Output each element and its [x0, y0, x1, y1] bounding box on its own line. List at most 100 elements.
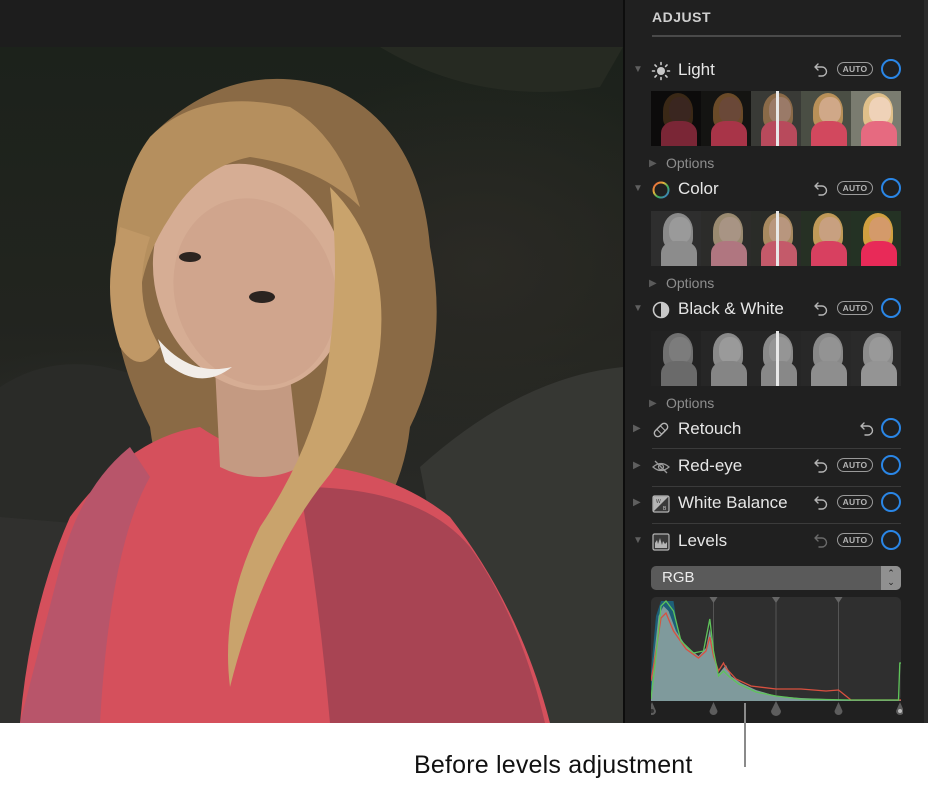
disclosure-collapsed-icon[interactable]: ▶: [649, 398, 657, 409]
levels-icon: [652, 533, 670, 551]
undo-icon[interactable]: [813, 493, 829, 511]
color-options[interactable]: ▶ Options: [625, 275, 924, 293]
svg-text:W: W: [656, 499, 661, 505]
bw-options[interactable]: ▶ Options: [625, 395, 924, 413]
caption: Before levels adjustment: [414, 751, 693, 779]
section-red-eye[interactable]: ▶ Red-eye AUTO: [625, 452, 924, 482]
color-slider-handle[interactable]: [776, 211, 779, 266]
preview-frame: [851, 91, 901, 146]
disclosure-collapsed-icon[interactable]: ▶: [633, 461, 643, 471]
eye-slash-icon: [652, 460, 670, 474]
auto-button[interactable]: AUTO: [837, 533, 873, 547]
disclosure-collapsed-icon[interactable]: ▶: [633, 424, 643, 434]
foliage-top: [380, 47, 623, 92]
options-label: Options: [666, 155, 715, 171]
section-separator: [652, 523, 901, 524]
preview-frame: [651, 211, 701, 266]
bw-preview-strip[interactable]: [651, 331, 901, 386]
levels-handle-black-point[interactable]: [651, 702, 656, 715]
undo-icon[interactable]: [813, 179, 829, 197]
preview-frame: [801, 331, 851, 386]
undo-icon[interactable]: [813, 299, 829, 317]
undo-icon: [814, 534, 828, 548]
section-label: Retouch: [678, 419, 742, 438]
levels-handle-white-point[interactable]: [896, 702, 903, 715]
panel-title-rule: [652, 35, 901, 37]
enable-toggle[interactable]: [881, 178, 901, 198]
section-label: Color: [678, 179, 719, 198]
preview-frame: [651, 91, 701, 146]
section-light[interactable]: ▼ Light AUTO: [625, 56, 924, 86]
section-retouch[interactable]: ▶ Retouch: [625, 415, 924, 445]
section-black-white[interactable]: ▼ Black & White AUTO: [625, 295, 924, 325]
histogram-graph[interactable]: [651, 597, 903, 717]
levels-channel-select[interactable]: RGB ⌃ ⌄: [651, 566, 901, 590]
section-color[interactable]: ▼ Color AUTO: [625, 175, 924, 205]
auto-button[interactable]: AUTO: [837, 181, 873, 195]
disclosure-expanded-icon[interactable]: ▼: [633, 65, 643, 75]
bandage-icon: [653, 422, 669, 438]
disclosure-expanded-icon[interactable]: ▼: [633, 536, 643, 546]
preview-frame: [851, 211, 901, 266]
preview-frame: [701, 91, 751, 146]
adjust-panel: ADJUST ▼ Light AUTO ▶ Options ▼ Color AU…: [625, 0, 924, 723]
section-label: Red-eye: [678, 456, 743, 475]
section-label: Black & White: [678, 299, 784, 318]
half-circle-icon: [652, 301, 670, 319]
preview-frame: [801, 211, 851, 266]
auto-button[interactable]: AUTO: [837, 458, 873, 472]
auto-button[interactable]: AUTO: [837, 301, 873, 315]
options-label: Options: [666, 275, 715, 291]
photo-illustration: [0, 47, 623, 723]
color-preview-strip[interactable]: [651, 211, 901, 266]
undo-icon[interactable]: [813, 456, 829, 474]
light-slider-handle[interactable]: [776, 91, 779, 146]
preview-frame: [701, 211, 751, 266]
photo-preview[interactable]: [0, 47, 623, 723]
callout-line: [744, 703, 746, 767]
section-separator: [652, 486, 901, 487]
levels-handle-midtones[interactable]: [771, 701, 781, 716]
enable-toggle[interactable]: [881, 59, 901, 79]
section-separator: [652, 448, 901, 449]
section-levels[interactable]: ▼ Levels AUTO: [625, 527, 924, 557]
disclosure-expanded-icon[interactable]: ▼: [633, 304, 643, 314]
disclosure-expanded-icon[interactable]: ▼: [633, 184, 643, 194]
section-label: Levels: [678, 531, 728, 550]
eye-right: [249, 291, 275, 303]
levels-handle-highlights[interactable]: [834, 702, 843, 715]
preview-frame: [851, 331, 901, 386]
photos-edit-window: ADJUST ▼ Light AUTO ▶ Options ▼ Color AU…: [0, 0, 928, 723]
auto-button[interactable]: AUTO: [837, 62, 873, 76]
section-white-balance[interactable]: ▶ W B White Balance AUTO: [625, 489, 924, 519]
preview-frame: [701, 331, 751, 386]
preview-frame: [651, 331, 701, 386]
sun-icon: [651, 61, 671, 81]
undo-icon[interactable]: [859, 419, 875, 437]
section-label: White Balance: [678, 493, 788, 512]
photo-canvas-area: [0, 0, 623, 723]
enable-toggle[interactable]: [881, 298, 901, 318]
levels-handle-shadows[interactable]: [709, 702, 718, 715]
enable-toggle[interactable]: [881, 530, 901, 550]
light-preview-strip[interactable]: [651, 91, 901, 146]
bw-slider-handle[interactable]: [776, 331, 779, 386]
options-label: Options: [666, 395, 715, 411]
section-label: Light: [678, 60, 715, 79]
panel-title: ADJUST: [652, 9, 712, 25]
levels-histogram[interactable]: [651, 597, 903, 717]
select-value: RGB: [662, 569, 695, 586]
disclosure-collapsed-icon[interactable]: ▶: [649, 158, 657, 169]
auto-button[interactable]: AUTO: [837, 495, 873, 509]
enable-toggle[interactable]: [881, 418, 901, 438]
enable-toggle[interactable]: [881, 492, 901, 512]
color-wheel-icon: [652, 181, 670, 199]
undo-icon[interactable]: [813, 60, 829, 78]
select-stepper-icon[interactable]: ⌃ ⌄: [881, 566, 901, 590]
light-options[interactable]: ▶ Options: [625, 155, 924, 173]
preview-frame: [801, 91, 851, 146]
enable-toggle[interactable]: [881, 455, 901, 475]
disclosure-collapsed-icon[interactable]: ▶: [633, 498, 643, 508]
disclosure-collapsed-icon[interactable]: ▶: [649, 278, 657, 289]
panel-scroll-edge: [924, 0, 928, 723]
